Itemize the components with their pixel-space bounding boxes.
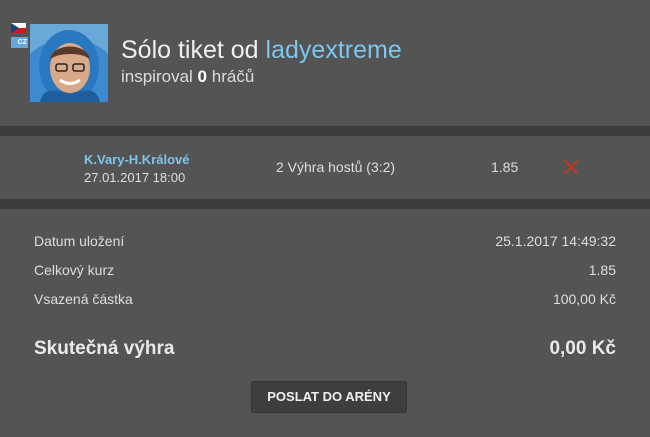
match-link[interactable]: K.Vary-H.Králové xyxy=(84,152,190,167)
language-tag: CZ xyxy=(11,37,28,48)
czech-flag-icon xyxy=(11,23,26,33)
inspired-count: 0 xyxy=(197,67,208,86)
bet-odds: 1.85 xyxy=(491,159,519,175)
stake-value: 100,00 Kč xyxy=(552,291,616,307)
bet-pick: 2 Výhra hostů (3:2) xyxy=(276,159,396,175)
flags: CZ xyxy=(11,23,29,48)
total-odds-value: 1.85 xyxy=(588,262,616,278)
username-link[interactable]: ladyextreme xyxy=(266,36,402,64)
remove-icon[interactable] xyxy=(563,159,579,175)
language-tag-label: CZ xyxy=(17,39,27,46)
saved-date-label: Datum uložení xyxy=(34,233,125,249)
actual-win-value: 0,00 Kč xyxy=(549,338,616,359)
saved-date-value: 25.1.2017 14:49:32 xyxy=(495,233,616,249)
inspired-info: inspiroval 0 hráčů xyxy=(121,67,254,87)
send-to-arena-button[interactable]: POSLAT DO ARÉNY xyxy=(251,381,407,413)
inspired-prefix: inspiroval xyxy=(121,67,193,86)
avatar[interactable] xyxy=(30,24,108,102)
avatar-image xyxy=(30,24,108,102)
page-title: Sólo tiket od ladyextreme xyxy=(121,36,402,65)
total-odds-label: Celkový kurz xyxy=(34,262,115,278)
inspired-suffix: hráčů xyxy=(211,67,255,86)
ticket-header: CZ Sólo tiket od ladyextreme inspiroval … xyxy=(0,0,650,125)
divider xyxy=(0,199,650,209)
actual-win-label: Skutečná výhra xyxy=(34,338,175,359)
title-prefix: Sólo tiket od xyxy=(121,36,259,64)
stake-label: Vsazená částka xyxy=(34,291,133,307)
divider xyxy=(0,126,650,136)
match-date: 27.01.2017 18:00 xyxy=(84,170,186,185)
